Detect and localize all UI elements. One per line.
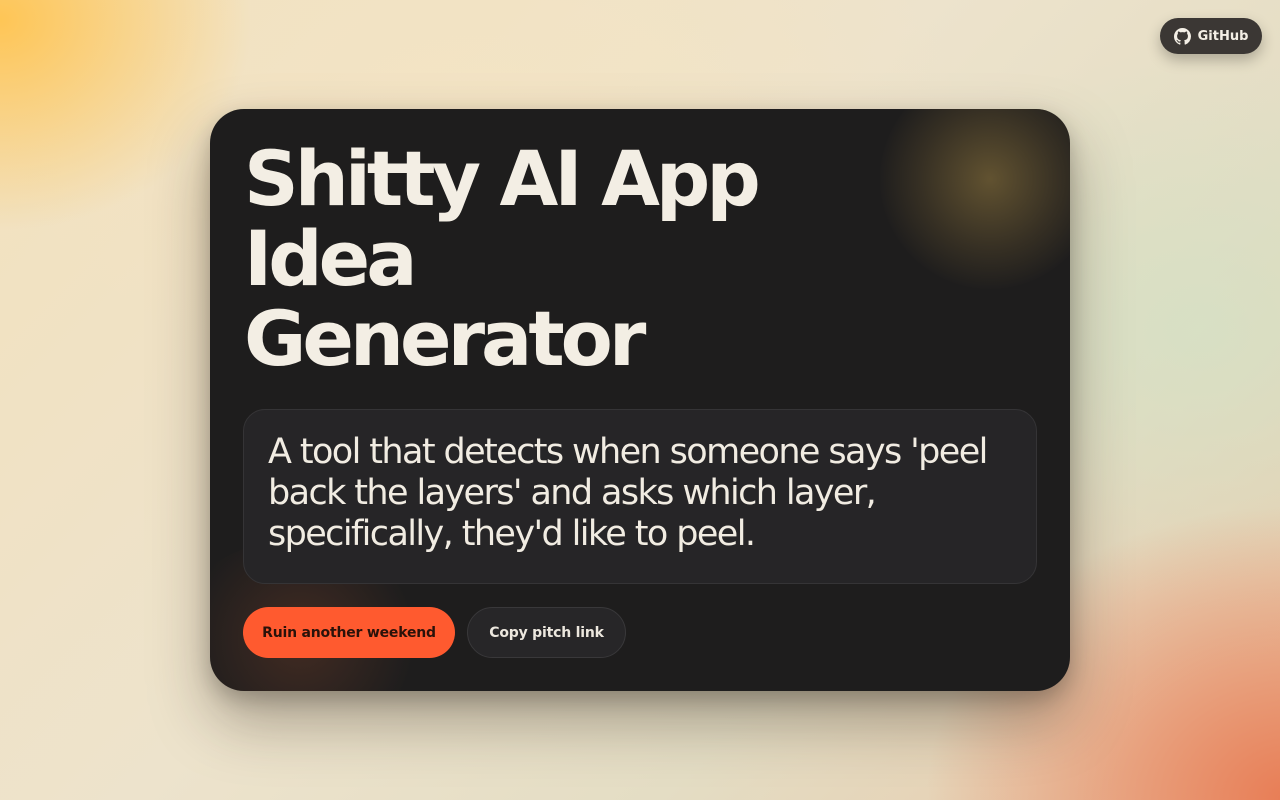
title-line-1: Shitty AI App xyxy=(244,134,761,223)
github-label: GitHub xyxy=(1197,28,1249,44)
idea-card: Shitty AI App Idea Generator A tool that… xyxy=(210,109,1070,691)
copy-pitch-link-button[interactable]: Copy pitch link xyxy=(467,607,626,658)
card-glow-top-right xyxy=(880,109,1070,289)
page-title: Shitty AI App Idea Generator xyxy=(244,139,844,379)
idea-text: A tool that detects when someone says 'p… xyxy=(268,432,988,554)
idea-box: A tool that detects when someone says 'p… xyxy=(243,409,1037,584)
ruin-another-weekend-button[interactable]: Ruin another weekend xyxy=(243,607,455,658)
title-line-2: Idea xyxy=(244,214,418,303)
github-icon xyxy=(1173,27,1191,45)
github-button[interactable]: GitHub xyxy=(1160,18,1262,54)
title-line-3: Generator xyxy=(244,294,646,383)
